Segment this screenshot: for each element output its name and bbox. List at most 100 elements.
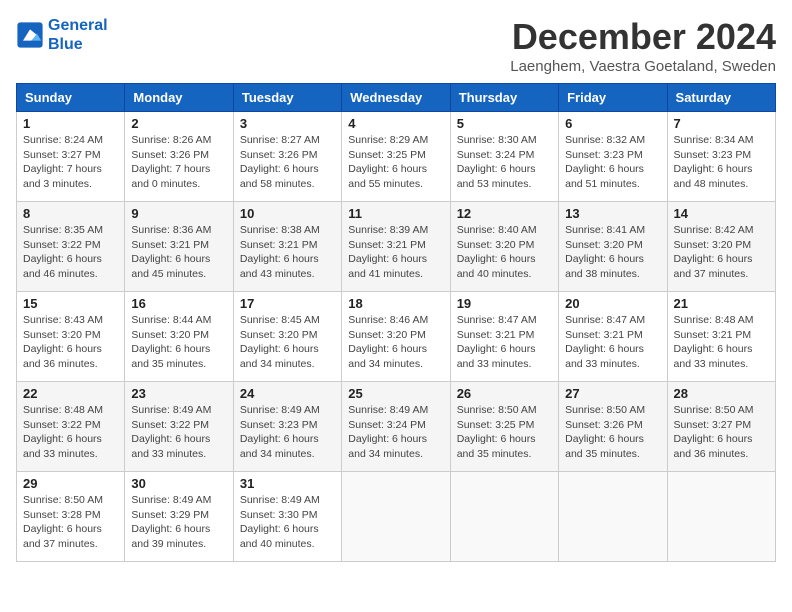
day-detail: Sunrise: 8:27 AMSunset: 3:26 PMDaylight:… [240, 133, 335, 192]
day-number: 11 [348, 206, 443, 221]
day-cell: 24 Sunrise: 8:49 AMSunset: 3:23 PMDaylig… [233, 382, 341, 472]
title-block: December 2024 Laenghem, Vaestra Goetalan… [510, 16, 776, 75]
day-detail: Sunrise: 8:45 AMSunset: 3:20 PMDaylight:… [240, 313, 335, 372]
day-detail: Sunrise: 8:46 AMSunset: 3:20 PMDaylight:… [348, 313, 443, 372]
calendar-table: SundayMondayTuesdayWednesdayThursdayFrid… [16, 83, 776, 562]
day-number: 25 [348, 386, 443, 401]
day-cell: 13 Sunrise: 8:41 AMSunset: 3:20 PMDaylig… [559, 202, 667, 292]
day-number: 15 [23, 296, 118, 311]
day-cell: 30 Sunrise: 8:49 AMSunset: 3:29 PMDaylig… [125, 472, 233, 562]
day-number: 13 [565, 206, 660, 221]
day-cell: 25 Sunrise: 8:49 AMSunset: 3:24 PMDaylig… [342, 382, 450, 472]
day-number: 17 [240, 296, 335, 311]
day-number: 18 [348, 296, 443, 311]
day-number: 6 [565, 116, 660, 131]
day-cell: 8 Sunrise: 8:35 AMSunset: 3:22 PMDayligh… [17, 202, 125, 292]
day-cell: 10 Sunrise: 8:38 AMSunset: 3:21 PMDaylig… [233, 202, 341, 292]
week-row-3: 15 Sunrise: 8:43 AMSunset: 3:20 PMDaylig… [17, 292, 776, 382]
day-cell: 9 Sunrise: 8:36 AMSunset: 3:21 PMDayligh… [125, 202, 233, 292]
day-cell: 14 Sunrise: 8:42 AMSunset: 3:20 PMDaylig… [667, 202, 775, 292]
day-cell: 1 Sunrise: 8:24 AMSunset: 3:27 PMDayligh… [17, 112, 125, 202]
weekday-header-row: SundayMondayTuesdayWednesdayThursdayFrid… [17, 84, 776, 112]
day-cell: 11 Sunrise: 8:39 AMSunset: 3:21 PMDaylig… [342, 202, 450, 292]
day-detail: Sunrise: 8:50 AMSunset: 3:26 PMDaylight:… [565, 403, 660, 462]
day-number: 19 [457, 296, 552, 311]
day-cell [559, 472, 667, 562]
day-cell: 6 Sunrise: 8:32 AMSunset: 3:23 PMDayligh… [559, 112, 667, 202]
day-number: 28 [674, 386, 769, 401]
logo: General Blue [16, 16, 108, 54]
day-detail: Sunrise: 8:40 AMSunset: 3:20 PMDaylight:… [457, 223, 552, 282]
day-cell: 2 Sunrise: 8:26 AMSunset: 3:26 PMDayligh… [125, 112, 233, 202]
day-cell [667, 472, 775, 562]
weekday-header-wednesday: Wednesday [342, 84, 450, 112]
weekday-header-sunday: Sunday [17, 84, 125, 112]
day-detail: Sunrise: 8:49 AMSunset: 3:30 PMDaylight:… [240, 493, 335, 552]
day-detail: Sunrise: 8:48 AMSunset: 3:22 PMDaylight:… [23, 403, 118, 462]
day-number: 4 [348, 116, 443, 131]
day-number: 24 [240, 386, 335, 401]
location: Laenghem, Vaestra Goetaland, Sweden [510, 58, 776, 75]
day-detail: Sunrise: 8:34 AMSunset: 3:23 PMDaylight:… [674, 133, 769, 192]
day-detail: Sunrise: 8:42 AMSunset: 3:20 PMDaylight:… [674, 223, 769, 282]
day-number: 20 [565, 296, 660, 311]
logo-text: General Blue [48, 16, 108, 54]
day-number: 14 [674, 206, 769, 221]
day-cell [342, 472, 450, 562]
day-number: 9 [131, 206, 226, 221]
day-cell: 22 Sunrise: 8:48 AMSunset: 3:22 PMDaylig… [17, 382, 125, 472]
day-cell: 18 Sunrise: 8:46 AMSunset: 3:20 PMDaylig… [342, 292, 450, 382]
day-number: 8 [23, 206, 118, 221]
day-cell: 16 Sunrise: 8:44 AMSunset: 3:20 PMDaylig… [125, 292, 233, 382]
day-number: 23 [131, 386, 226, 401]
day-number: 31 [240, 476, 335, 491]
week-row-1: 1 Sunrise: 8:24 AMSunset: 3:27 PMDayligh… [17, 112, 776, 202]
day-detail: Sunrise: 8:49 AMSunset: 3:24 PMDaylight:… [348, 403, 443, 462]
day-cell [450, 472, 558, 562]
day-detail: Sunrise: 8:35 AMSunset: 3:22 PMDaylight:… [23, 223, 118, 282]
day-cell: 7 Sunrise: 8:34 AMSunset: 3:23 PMDayligh… [667, 112, 775, 202]
day-detail: Sunrise: 8:50 AMSunset: 3:28 PMDaylight:… [23, 493, 118, 552]
day-number: 27 [565, 386, 660, 401]
day-detail: Sunrise: 8:47 AMSunset: 3:21 PMDaylight:… [457, 313, 552, 372]
day-number: 16 [131, 296, 226, 311]
day-detail: Sunrise: 8:32 AMSunset: 3:23 PMDaylight:… [565, 133, 660, 192]
week-row-2: 8 Sunrise: 8:35 AMSunset: 3:22 PMDayligh… [17, 202, 776, 292]
day-cell: 3 Sunrise: 8:27 AMSunset: 3:26 PMDayligh… [233, 112, 341, 202]
day-number: 1 [23, 116, 118, 131]
day-number: 21 [674, 296, 769, 311]
day-detail: Sunrise: 8:38 AMSunset: 3:21 PMDaylight:… [240, 223, 335, 282]
day-detail: Sunrise: 8:49 AMSunset: 3:22 PMDaylight:… [131, 403, 226, 462]
day-number: 29 [23, 476, 118, 491]
day-number: 2 [131, 116, 226, 131]
day-detail: Sunrise: 8:30 AMSunset: 3:24 PMDaylight:… [457, 133, 552, 192]
day-cell: 15 Sunrise: 8:43 AMSunset: 3:20 PMDaylig… [17, 292, 125, 382]
day-cell: 26 Sunrise: 8:50 AMSunset: 3:25 PMDaylig… [450, 382, 558, 472]
day-cell: 20 Sunrise: 8:47 AMSunset: 3:21 PMDaylig… [559, 292, 667, 382]
logo-icon [16, 21, 44, 49]
day-number: 22 [23, 386, 118, 401]
page-header: General Blue December 2024 Laenghem, Vae… [16, 16, 776, 75]
day-detail: Sunrise: 8:39 AMSunset: 3:21 PMDaylight:… [348, 223, 443, 282]
day-number: 26 [457, 386, 552, 401]
day-number: 7 [674, 116, 769, 131]
day-cell: 17 Sunrise: 8:45 AMSunset: 3:20 PMDaylig… [233, 292, 341, 382]
weekday-header-monday: Monday [125, 84, 233, 112]
weekday-header-thursday: Thursday [450, 84, 558, 112]
day-cell: 12 Sunrise: 8:40 AMSunset: 3:20 PMDaylig… [450, 202, 558, 292]
month-title: December 2024 [510, 16, 776, 58]
week-row-4: 22 Sunrise: 8:48 AMSunset: 3:22 PMDaylig… [17, 382, 776, 472]
day-detail: Sunrise: 8:48 AMSunset: 3:21 PMDaylight:… [674, 313, 769, 372]
day-cell: 19 Sunrise: 8:47 AMSunset: 3:21 PMDaylig… [450, 292, 558, 382]
day-detail: Sunrise: 8:50 AMSunset: 3:27 PMDaylight:… [674, 403, 769, 462]
day-cell: 5 Sunrise: 8:30 AMSunset: 3:24 PMDayligh… [450, 112, 558, 202]
day-number: 10 [240, 206, 335, 221]
day-cell: 23 Sunrise: 8:49 AMSunset: 3:22 PMDaylig… [125, 382, 233, 472]
week-row-5: 29 Sunrise: 8:50 AMSunset: 3:28 PMDaylig… [17, 472, 776, 562]
day-detail: Sunrise: 8:49 AMSunset: 3:23 PMDaylight:… [240, 403, 335, 462]
day-detail: Sunrise: 8:29 AMSunset: 3:25 PMDaylight:… [348, 133, 443, 192]
day-cell: 29 Sunrise: 8:50 AMSunset: 3:28 PMDaylig… [17, 472, 125, 562]
day-detail: Sunrise: 8:43 AMSunset: 3:20 PMDaylight:… [23, 313, 118, 372]
day-detail: Sunrise: 8:49 AMSunset: 3:29 PMDaylight:… [131, 493, 226, 552]
day-cell: 4 Sunrise: 8:29 AMSunset: 3:25 PMDayligh… [342, 112, 450, 202]
